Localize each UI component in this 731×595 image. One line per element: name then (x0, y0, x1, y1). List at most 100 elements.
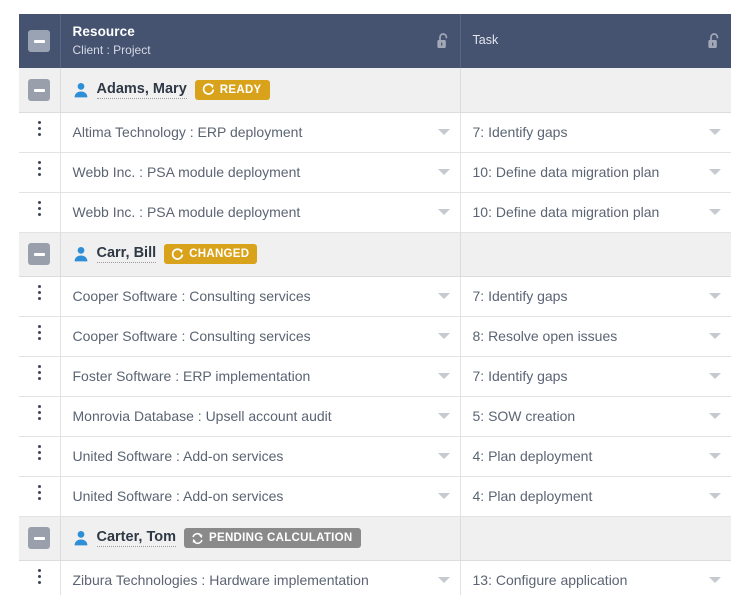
row-resource-cell[interactable]: Webb Inc. : PSA module deployment (60, 152, 461, 193)
chevron-down-icon[interactable] (709, 493, 721, 499)
row-resource-cell[interactable]: Webb Inc. : PSA module deployment (60, 192, 461, 233)
row-resource-cell[interactable]: Cooper Software : Consulting services (60, 316, 461, 357)
chevron-down-icon[interactable] (709, 293, 721, 299)
header-task-cell[interactable]: Task (460, 14, 731, 68)
kebab-dot (37, 575, 41, 578)
resource-value: United Software : Add-on services (72, 488, 284, 504)
header-collapse-all-cell (19, 14, 61, 68)
kebab-menu-icon[interactable] (31, 484, 47, 503)
chevron-down-icon[interactable] (437, 413, 450, 419)
group-task-cell (460, 232, 731, 277)
table-row: Cooper Software : Consulting services 7: … (19, 276, 731, 317)
row-menu-cell (19, 112, 61, 153)
header-task-title: Task (472, 33, 499, 48)
kebab-menu-icon[interactable] (31, 364, 47, 383)
table-row: Zibura Technologies : Hardware implement… (19, 560, 731, 595)
kebab-menu-icon[interactable] (31, 284, 47, 303)
row-resource-cell[interactable]: Altima Technology : ERP deployment (60, 112, 461, 153)
grid-body: Adams, Mary READY Altima Technology : ERP … (19, 68, 731, 595)
chevron-down-icon[interactable] (709, 577, 721, 583)
row-menu-cell (19, 436, 61, 477)
row-resource-cell[interactable]: Monrovia Database : Upsell account audit (60, 396, 461, 437)
minus-square-icon[interactable] (28, 243, 51, 266)
kebab-dot (37, 291, 41, 294)
kebab-menu-icon[interactable] (31, 160, 47, 179)
kebab-dot (37, 497, 41, 500)
kebab-menu-icon[interactable] (31, 200, 47, 219)
chevron-down-icon[interactable] (437, 453, 450, 459)
chevron-down-icon[interactable] (709, 333, 721, 339)
resource-task-grid: Resource Client : Project Task Adams, Ma… (19, 14, 731, 595)
kebab-dot (37, 161, 41, 164)
chevron-down-icon[interactable] (437, 169, 450, 175)
kebab-menu-icon[interactable] (31, 444, 47, 463)
kebab-menu-icon[interactable] (31, 120, 47, 139)
chevron-down-icon[interactable] (437, 493, 450, 499)
row-task-cell[interactable]: 7: Identify gaps (460, 112, 731, 153)
status-badge[interactable]: READY (194, 79, 270, 100)
minus-square-icon[interactable] (28, 79, 51, 101)
chevron-down-icon[interactable] (709, 169, 721, 175)
person-icon (74, 531, 87, 546)
chevron-down-icon[interactable] (437, 373, 450, 379)
kebab-dot (37, 127, 41, 130)
row-task-cell[interactable]: 5: SOW creation (460, 396, 731, 437)
task-value: 7: Identify gaps (472, 368, 568, 384)
header-resource-cell[interactable]: Resource Client : Project (60, 14, 461, 68)
status-badge[interactable]: PENDING CALCULATION (184, 528, 361, 548)
row-task-cell[interactable]: 7: Identify gaps (460, 356, 731, 397)
row-task-cell[interactable]: 4: Plan deployment (460, 436, 731, 477)
kebab-dot (37, 285, 41, 288)
row-resource-cell[interactable]: Cooper Software : Consulting services (60, 276, 461, 317)
chevron-down-icon[interactable] (437, 293, 450, 299)
kebab-dot (37, 365, 41, 368)
unlock-icon[interactable] (435, 32, 451, 50)
row-task-cell[interactable]: 7: Identify gaps (460, 276, 731, 317)
chevron-down-icon[interactable] (709, 373, 721, 379)
chevron-down-icon[interactable] (437, 129, 450, 135)
kebab-dot (37, 417, 41, 420)
resource-name[interactable]: Carr, Bill (96, 245, 157, 263)
row-resource-cell[interactable]: Foster Software : ERP implementation (60, 356, 461, 397)
group-resource-cell: Carter, Tom PENDING CALCULATION (60, 516, 461, 561)
chevron-down-icon[interactable] (437, 577, 450, 583)
chevron-down-icon[interactable] (709, 209, 721, 215)
task-value: 8: Resolve open issues (472, 328, 618, 344)
row-task-cell[interactable]: 8: Resolve open issues (460, 316, 731, 357)
kebab-menu-icon[interactable] (31, 404, 47, 423)
chevron-down-icon[interactable] (437, 333, 450, 339)
resource-name[interactable]: Carter, Tom (96, 529, 177, 547)
group-collapse-cell (19, 516, 61, 561)
row-task-cell[interactable]: 10: Define data migration plan (460, 192, 731, 233)
minus-bar (33, 252, 45, 256)
header-task-text: Task (461, 33, 731, 49)
row-resource-cell[interactable]: United Software : Add-on services (60, 476, 461, 517)
chevron-down-icon[interactable] (709, 453, 721, 459)
minus-bar (33, 88, 45, 92)
status-badge[interactable]: CHANGED (164, 244, 258, 264)
kebab-dot (37, 445, 41, 448)
chevron-down-icon[interactable] (437, 209, 450, 215)
task-value: 10: Define data migration plan (472, 164, 660, 180)
row-task-cell[interactable]: 4: Plan deployment (460, 476, 731, 517)
row-task-cell[interactable]: 10: Define data migration plan (460, 152, 731, 193)
table-row: Cooper Software : Consulting services 8: … (19, 316, 731, 357)
unlock-icon[interactable] (706, 32, 722, 50)
grid-header: Resource Client : Project Task (19, 14, 731, 68)
kebab-menu-icon[interactable] (31, 324, 47, 343)
minus-square-icon[interactable] (28, 30, 51, 53)
row-task-cell[interactable]: 13: Configure application (460, 560, 731, 595)
chevron-down-icon[interactable] (709, 413, 721, 419)
chevron-down-icon[interactable] (709, 129, 721, 135)
kebab-menu-icon[interactable] (31, 568, 47, 587)
row-resource-cell[interactable]: Zibura Technologies : Hardware implement… (60, 560, 461, 595)
task-value: 7: Identify gaps (472, 124, 568, 140)
resource-name[interactable]: Adams, Mary (96, 81, 187, 99)
kebab-dot (37, 167, 41, 170)
minus-square-icon[interactable] (28, 527, 51, 550)
group-header-content: Carter, Tom PENDING CALCULATION (61, 528, 460, 548)
table-row: Foster Software : ERP implementation 7: I… (19, 356, 731, 397)
row-resource-cell[interactable]: United Software : Add-on services (60, 436, 461, 477)
kebab-dot (37, 411, 41, 414)
resource-value: Cooper Software : Consulting services (72, 328, 311, 344)
